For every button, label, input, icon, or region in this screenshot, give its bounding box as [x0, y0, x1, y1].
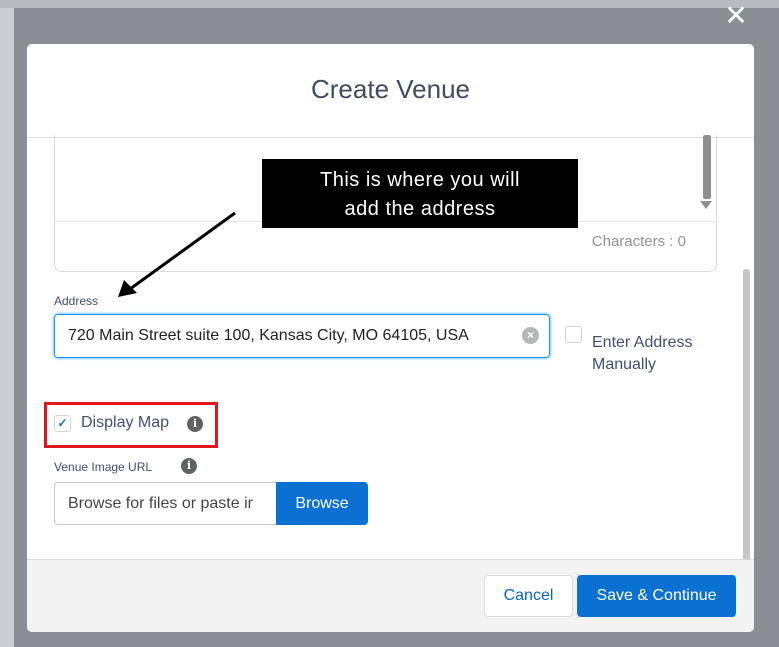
arrow-shaft [129, 211, 236, 291]
annotation-arrow [118, 211, 236, 297]
arrow-head [118, 280, 137, 297]
